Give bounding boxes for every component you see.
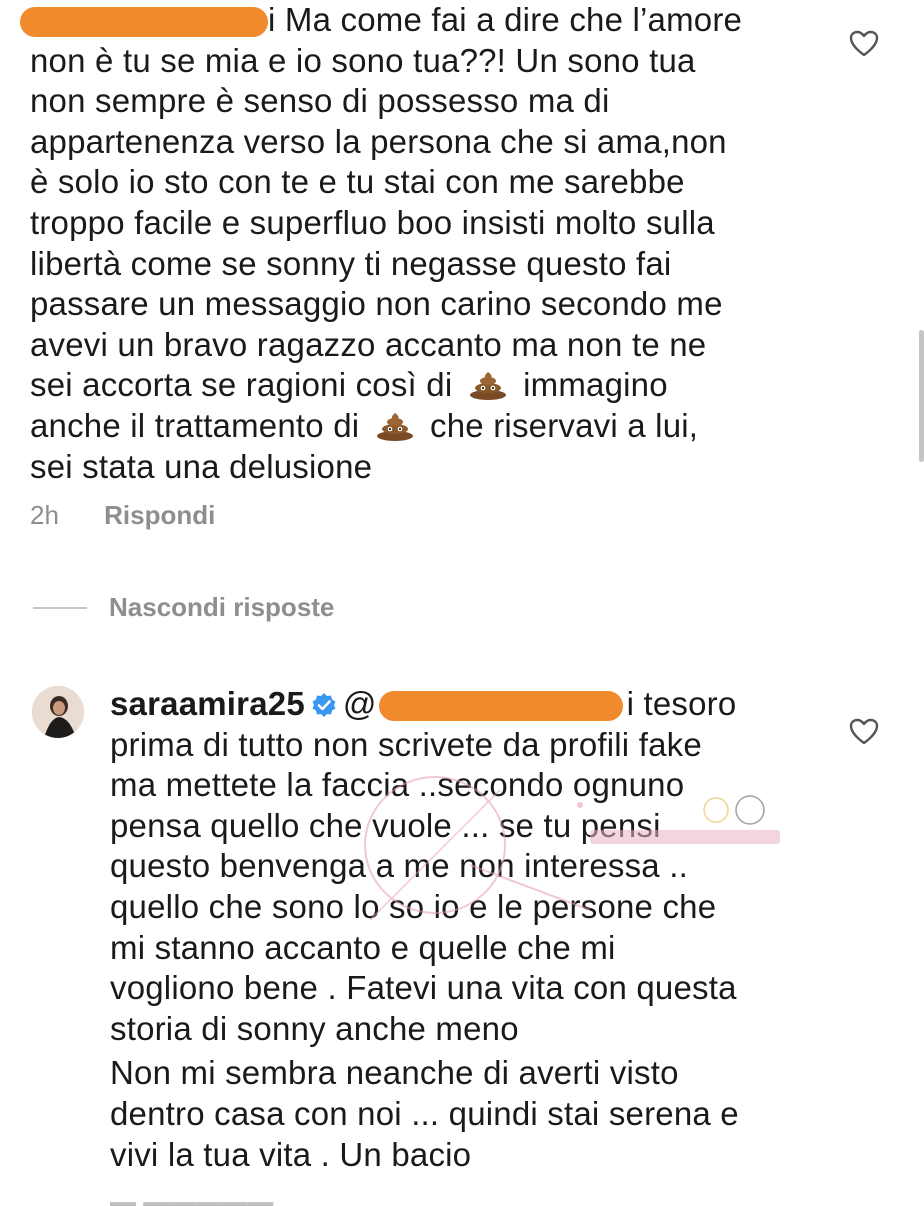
comment-line: passare un messaggio non carino secondo … <box>30 285 723 323</box>
comment-line: avevi un bravo ragazzo accanto ma non te… <box>30 325 707 363</box>
redacted-mention <box>378 691 623 722</box>
comment-line: vogliono bene . Fatevi una vita con ques… <box>110 969 737 1007</box>
comment-line: libertà come se sonny ti negasse questo … <box>30 244 672 282</box>
mention-prefix[interactable]: @ <box>343 685 377 722</box>
comment-2-text: saraamira25 @ i tesoro prima di tutto non… <box>110 684 739 1175</box>
comment-line: storia di sonny anche meno <box>110 1009 519 1047</box>
redacted-username <box>20 7 268 38</box>
cut-off-row: ▬ ▬▬▬▬▬ <box>110 1186 274 1206</box>
verified-badge-icon <box>312 693 336 717</box>
reply-button[interactable]: Rispondi <box>104 500 215 530</box>
comment-1-meta: 2h Rispondi <box>30 500 215 531</box>
comment-1-text: i Ma come fai a dire che l’amore non è t… <box>20 0 742 487</box>
hide-replies-label: Nascondi risposte <box>109 592 335 622</box>
comment-line: appartenenza verso la persona che si ama… <box>30 122 727 160</box>
comment-line: questo benvenga a me non interessa .. <box>110 847 688 885</box>
comment-line-with-emoji: sei accorta se ragioni così di immagino <box>30 366 668 404</box>
comment-line: troppo facile e superfluo boo insisti mo… <box>30 203 715 241</box>
comment-line: sei stata una delusione <box>30 447 373 485</box>
poop-emoji-icon <box>469 372 506 401</box>
avatar[interactable] <box>32 686 84 738</box>
comment-line: non sempre è senso di possesso ma di <box>30 82 610 120</box>
divider-dash <box>33 606 87 609</box>
heart-outline-icon[interactable] <box>849 718 879 746</box>
comment-line: quello che sono lo so io e le persone ch… <box>110 887 717 925</box>
comment-line: non è tu se mia e io sono tua??! Un sono… <box>30 41 696 79</box>
comment-1-line-1: i Ma come fai a dire che l’amore <box>20 0 742 41</box>
comment-line: Non mi sembra neanche di averti visto <box>110 1054 679 1092</box>
comment-line-with-emoji: anche il trattamento di che riservavi a … <box>30 406 699 444</box>
comment-2-line-1: saraamira25 @ i tesoro <box>110 685 737 722</box>
comment-line: mi stanno accanto e quelle che mi <box>110 928 616 966</box>
comment-line: ma mettete la faccia ..secondo ognuno <box>110 766 685 804</box>
comment-line: prima di tutto non scrivete da profili f… <box>110 725 702 763</box>
comment-line: dentro casa con noi ... quindi stai sere… <box>110 1094 739 1132</box>
scrollbar[interactable] <box>919 330 924 462</box>
heart-outline-icon[interactable] <box>849 30 879 58</box>
comment-timestamp: 2h <box>30 500 59 530</box>
avatar-image <box>32 686 84 738</box>
comment-line: vivi la tua vita . Un bacio <box>110 1135 472 1173</box>
comment-line: è solo io sto con te e tu stai con me sa… <box>30 163 685 201</box>
poop-emoji-icon <box>376 412 413 441</box>
hide-replies-button[interactable]: Nascondi risposte <box>33 592 334 623</box>
username-link[interactable]: saraamira25 <box>110 685 305 722</box>
comment-line: pensa quello che vuole ... se tu pensi <box>110 806 661 844</box>
